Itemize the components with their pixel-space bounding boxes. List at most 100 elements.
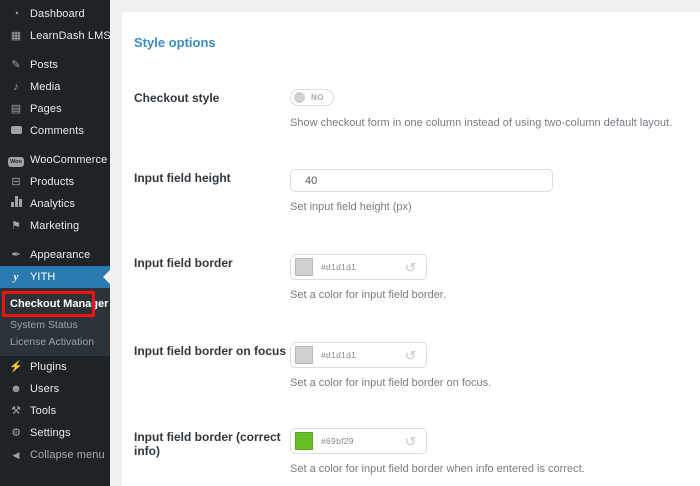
sidebar-item-collapse-menu[interactable]: ◀ Collapse menu	[0, 444, 110, 466]
sidebar-item-label: Settings	[30, 427, 71, 439]
color-hex-value: #69bf29	[321, 436, 354, 446]
option-label: Checkout style	[134, 91, 220, 105]
sidebar-item-users[interactable]: ☻ Users	[0, 378, 110, 400]
option-row-checkout-style: Checkout style NO Show checkout form in …	[134, 89, 680, 130]
toggle-state-label: NO	[311, 93, 324, 102]
sidebar-item-dashboard[interactable]: ◔ Dashboard	[0, 3, 110, 25]
option-description: Set a color for input field border.	[290, 289, 446, 301]
sidebar-item-label: Appearance	[30, 249, 91, 261]
yith-submenu: Checkout Manager System Status License A…	[0, 288, 110, 356]
toggle-knob	[294, 92, 305, 103]
option-control: Set input field height (px)	[290, 169, 680, 214]
sidebar-item-appearance[interactable]: ✒ Appearance	[0, 244, 110, 266]
users-person-icon: ☻	[10, 383, 22, 395]
reset-color-icon[interactable]: ↺	[405, 349, 417, 362]
settings-sliders-icon: ⚙	[11, 427, 21, 439]
menu-separator	[0, 142, 110, 149]
marketing-megaphone-icon: ⚑	[11, 220, 21, 232]
option-description: Set input field height (px)	[290, 201, 412, 213]
option-label: Input field border (correct info)	[134, 430, 281, 458]
option-label: Input field height	[134, 171, 231, 185]
submenu-item-label: System Status	[10, 318, 78, 331]
option-control: #d1d1d1 ↺ Set a color for input field bo…	[290, 342, 680, 390]
comments-bubble-icon	[8, 123, 24, 139]
submenu-item-checkout-manager[interactable]: Checkout Manager	[0, 292, 110, 316]
option-control: #69bf29 ↺ Set a color for input field bo…	[290, 428, 680, 476]
yith-logo-icon: y	[13, 271, 19, 283]
color-swatch[interactable]	[295, 432, 313, 450]
submenu-item-system-status[interactable]: System Status	[0, 316, 110, 333]
sidebar-item-woocommerce[interactable]: Woo WooCommerce	[0, 149, 110, 171]
sidebar-item-label: Users	[30, 383, 60, 395]
option-label: Input field border	[134, 256, 233, 270]
sidebar-item-yith-active[interactable]: y YITH	[0, 266, 110, 288]
sidebar-item-label: Collapse menu	[30, 449, 105, 461]
option-row-border-focus-color: Input field border on focus #d1d1d1 ↺ Se…	[134, 342, 680, 390]
color-hex-value: #d1d1d1	[321, 350, 357, 360]
sidebar-item-label: Dashboard	[30, 8, 85, 20]
reset-color-icon[interactable]: ↺	[405, 435, 417, 448]
sidebar-item-label: WooCommerce	[30, 154, 108, 166]
sidebar-item-settings[interactable]: ⚙ Settings	[0, 422, 110, 444]
plugins-plug-icon: ⚡	[9, 361, 23, 373]
sidebar-item-posts[interactable]: ✎ Posts	[0, 54, 110, 76]
products-icon: ⊟	[11, 176, 21, 188]
sidebar-item-media[interactable]: ♪ Media	[0, 76, 110, 98]
media-icon: ♪	[13, 81, 19, 93]
woocommerce-icon: Woo	[8, 152, 24, 168]
option-description: Set a color for input field border when …	[290, 463, 585, 475]
color-hex-value: #d1d1d1	[321, 262, 357, 272]
sidebar-item-learndash[interactable]: ▦ LearnDash LMS	[0, 25, 111, 47]
option-control: #d1d1d1 ↺ Set a color for input field bo…	[290, 254, 680, 302]
admin-sidebar: ◔ Dashboard ▦ LearnDash LMS ✎ Posts ♪ Me…	[0, 0, 111, 486]
dashboard-icon: ◔	[12, 8, 20, 20]
sidebar-item-label: Media	[30, 81, 61, 93]
sidebar-item-label: Marketing	[30, 220, 80, 232]
color-swatch[interactable]	[295, 346, 313, 364]
submenu-item-license-activation[interactable]: License Activation	[0, 333, 110, 350]
sidebar-item-tools[interactable]: ⚒ Tools	[0, 400, 110, 422]
sidebar-item-plugins[interactable]: ⚡ Plugins	[0, 356, 110, 378]
sidebar-item-label: LearnDash LMS	[30, 30, 111, 42]
appearance-brush-icon: ✒	[11, 249, 21, 261]
sidebar-item-label: Posts	[30, 59, 59, 71]
pages-icon: ▤	[10, 103, 22, 115]
sidebar-item-label: Pages	[30, 103, 62, 115]
settings-panel: Style options Checkout style NO Show che…	[122, 12, 700, 486]
sidebar-item-label: YITH	[30, 271, 56, 283]
sidebar-item-marketing[interactable]: ⚑ Marketing	[0, 215, 110, 237]
sidebar-item-comments[interactable]: Comments	[0, 120, 110, 142]
option-description: Set a color for input field border on fo…	[290, 377, 492, 389]
option-label: Input field border on focus	[134, 344, 286, 358]
sidebar-item-products[interactable]: ⊟ Products	[0, 171, 110, 193]
border-focus-color-picker[interactable]: #d1d1d1 ↺	[290, 342, 427, 368]
section-title: Style options	[134, 35, 216, 50]
input-field-height-input[interactable]	[290, 169, 553, 192]
tools-wrench-icon: ⚒	[11, 405, 21, 417]
option-control: NO Show checkout form in one column inst…	[290, 89, 680, 130]
border-color-picker[interactable]: #d1d1d1 ↺	[290, 254, 427, 280]
sidebar-item-label: Tools	[30, 405, 57, 417]
option-row-border-color: Input field border #d1d1d1 ↺ Set a color…	[134, 254, 680, 302]
border-correct-color-picker[interactable]: #69bf29 ↺	[290, 428, 427, 454]
collapse-arrow-icon: ◀	[12, 450, 20, 460]
checkout-style-toggle[interactable]: NO	[290, 89, 334, 106]
sidebar-item-pages[interactable]: ▤ Pages	[0, 98, 110, 120]
option-row-input-height: Input field height Set input field heigh…	[134, 169, 680, 214]
sidebar-item-label: Comments	[30, 125, 84, 137]
posts-pin-icon: ✎	[11, 59, 21, 71]
sidebar-item-label: Plugins	[30, 361, 67, 373]
learndash-icon: ▦	[10, 30, 22, 42]
reset-color-icon[interactable]: ↺	[405, 261, 417, 274]
menu-separator	[0, 47, 110, 54]
sidebar-item-label: Products	[30, 176, 75, 188]
submenu-item-label: Checkout Manager	[10, 298, 109, 310]
sidebar-item-label: Analytics	[30, 198, 75, 210]
menu-separator	[0, 237, 110, 244]
color-swatch[interactable]	[295, 258, 313, 276]
sidebar-item-analytics[interactable]: Analytics	[0, 193, 110, 215]
option-row-border-correct-color: Input field border (correct info) #69bf2…	[134, 428, 680, 476]
analytics-bars-icon	[8, 196, 24, 212]
wordpress-admin: ◔ Dashboard ▦ LearnDash LMS ✎ Posts ♪ Me…	[0, 0, 700, 486]
submenu-item-label: License Activation	[10, 335, 95, 348]
